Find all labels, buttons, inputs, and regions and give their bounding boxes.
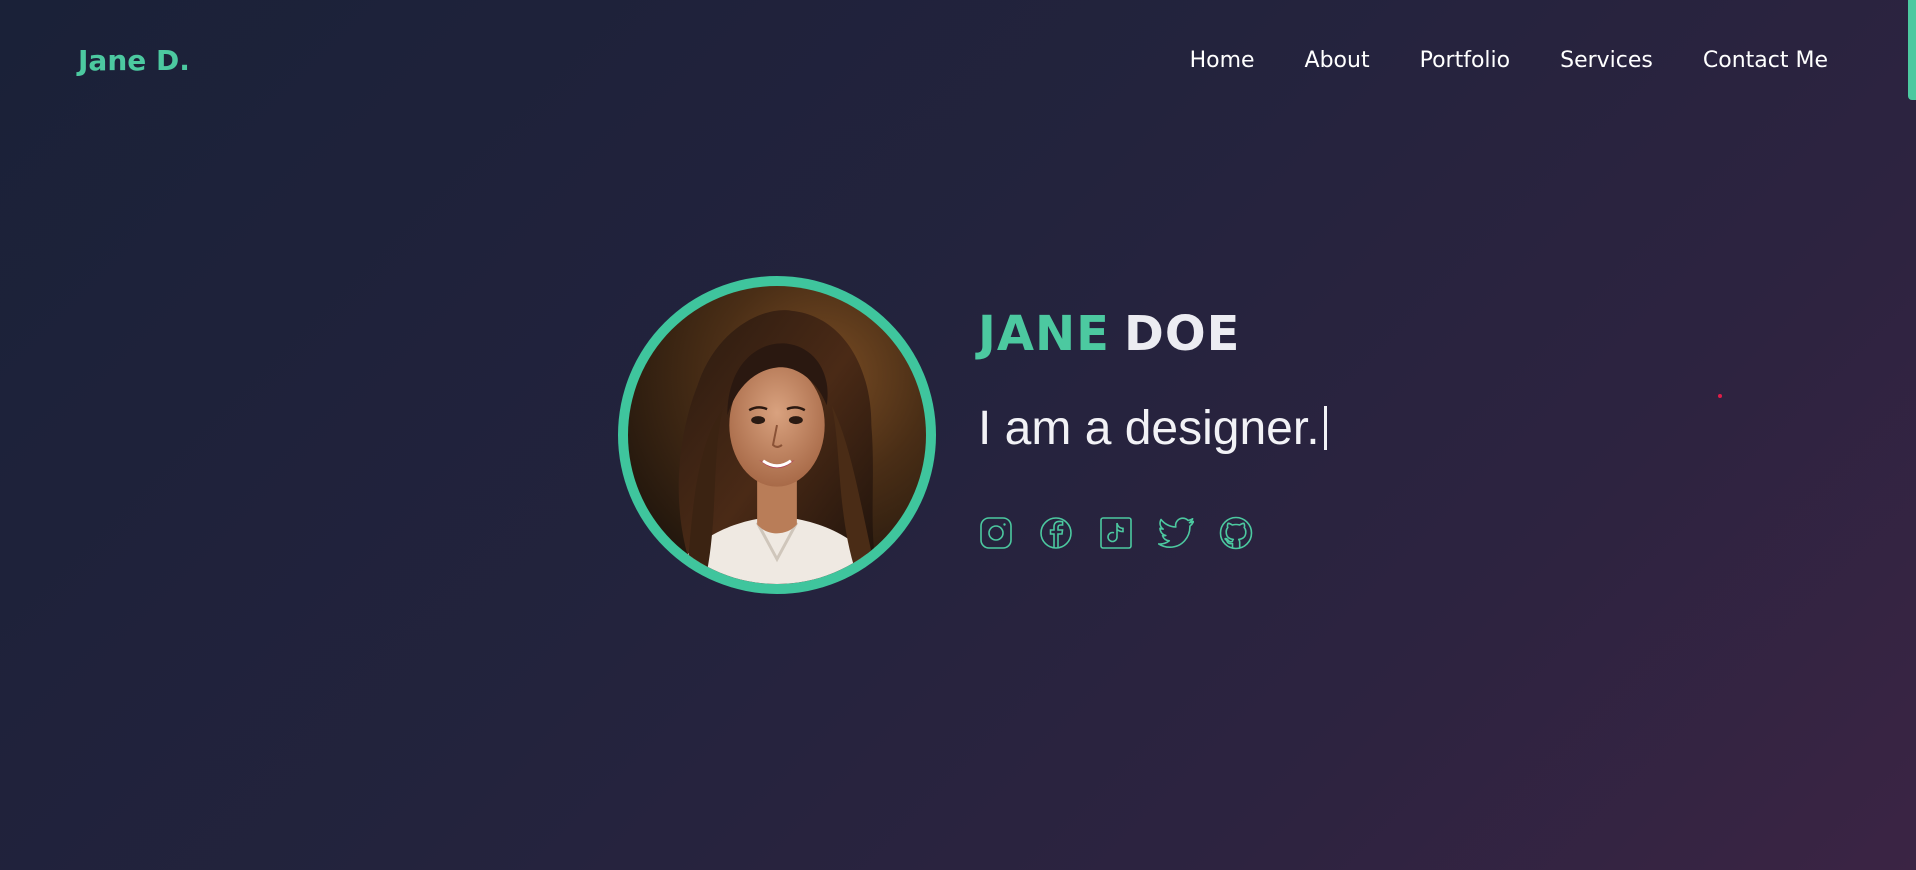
hero-tagline: I am a designer. <box>978 401 1320 455</box>
hero-first-name: JANE <box>978 306 1110 362</box>
instagram-icon[interactable] <box>978 515 1014 551</box>
tiktok-icon[interactable] <box>1098 515 1134 551</box>
hero-last-name: DOE <box>1123 306 1241 362</box>
avatar-ring <box>618 276 936 594</box>
twitter-icon[interactable] <box>1158 515 1194 551</box>
hero-tagline-wrapper: I am a designer. <box>978 401 1327 456</box>
typing-cursor <box>1323 405 1327 450</box>
hero-text: JANE DOE I am a designer. <box>978 308 1327 456</box>
hero-name: JANE DOE <box>978 308 1327 361</box>
social-links <box>978 515 1254 551</box>
hero-section: JANE DOE I am a designer. <box>0 0 1916 870</box>
github-icon[interactable] <box>1218 515 1254 551</box>
avatar <box>628 286 926 584</box>
facebook-icon[interactable] <box>1038 515 1074 551</box>
cursor-dot <box>1718 394 1722 398</box>
